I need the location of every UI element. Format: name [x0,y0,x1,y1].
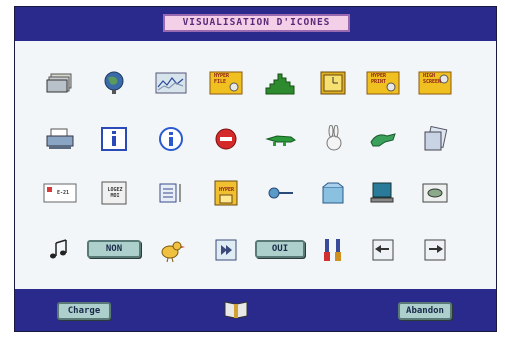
high-screen-icon[interactable]: HIGH SCREEN [418,69,452,97]
computer-icon[interactable] [366,179,400,207]
export-page-icon[interactable] [418,236,452,264]
resize-text-icon[interactable] [154,179,188,207]
key-icon[interactable] [264,179,298,207]
hyper-file-label: HYPER FILE [214,73,230,85]
rabbit-icon[interactable] [316,125,350,153]
charge-button[interactable]: Charge [57,302,111,320]
music-notes-icon[interactable] [43,236,77,264]
open-book-icon[interactable] [219,295,253,323]
window-title: VISUALISATION D'ICONES [163,14,350,32]
note-card-icon[interactable]: LOGEZ MOI [97,179,131,207]
bird-icon[interactable] [154,236,188,264]
title-bar: VISUALISATION D'ICONES [15,7,496,41]
abandon-button[interactable]: Abandon [398,302,452,320]
high-screen-label: HIGH SCREEN [423,73,442,85]
icon-grid: HYPER FILE HYPER PRINT HIGH SCREEN E-21 … [15,41,496,291]
disk-drive-icon[interactable] [418,179,452,207]
oui-button[interactable]: OUI [255,240,305,258]
card-stack-icon[interactable] [43,69,77,97]
printer-icon[interactable] [43,125,77,153]
hyper-book-icon[interactable]: HYPER [209,179,243,207]
clock-frame-icon[interactable] [316,69,350,97]
crocodile-icon[interactable] [264,125,298,153]
info-circle-icon[interactable] [154,125,188,153]
stop-sign-icon[interactable] [209,125,243,153]
note-card-label: LOGEZ MOI [107,187,123,199]
import-page-icon[interactable] [366,236,400,264]
bar-chart-icon[interactable] [264,69,298,97]
line-graph-icon[interactable] [154,69,188,97]
document-stack-icon[interactable] [418,125,452,153]
hyper-print-icon[interactable]: HYPER PRINT [366,69,400,97]
envelope-label: E-21 [57,190,70,196]
bottom-bar: Charge Abandon [15,289,496,331]
globe-icon[interactable] [97,69,131,97]
forward-page-icon[interactable] [209,236,243,264]
hyper-book-label: HYPER [219,187,235,193]
package-icon[interactable] [316,179,350,207]
non-button[interactable]: NON [87,240,141,258]
running-animal-icon[interactable] [366,125,400,153]
icon-viewer-window: VISUALISATION D'ICONES HYPER FILE HYPER … [14,6,497,332]
hyper-print-label: HYPER PRINT [371,73,387,85]
tools-icon[interactable] [316,236,350,264]
info-square-icon[interactable] [97,125,131,153]
hyper-file-icon[interactable]: HYPER FILE [209,69,243,97]
envelope-icon[interactable]: E-21 [43,179,77,207]
